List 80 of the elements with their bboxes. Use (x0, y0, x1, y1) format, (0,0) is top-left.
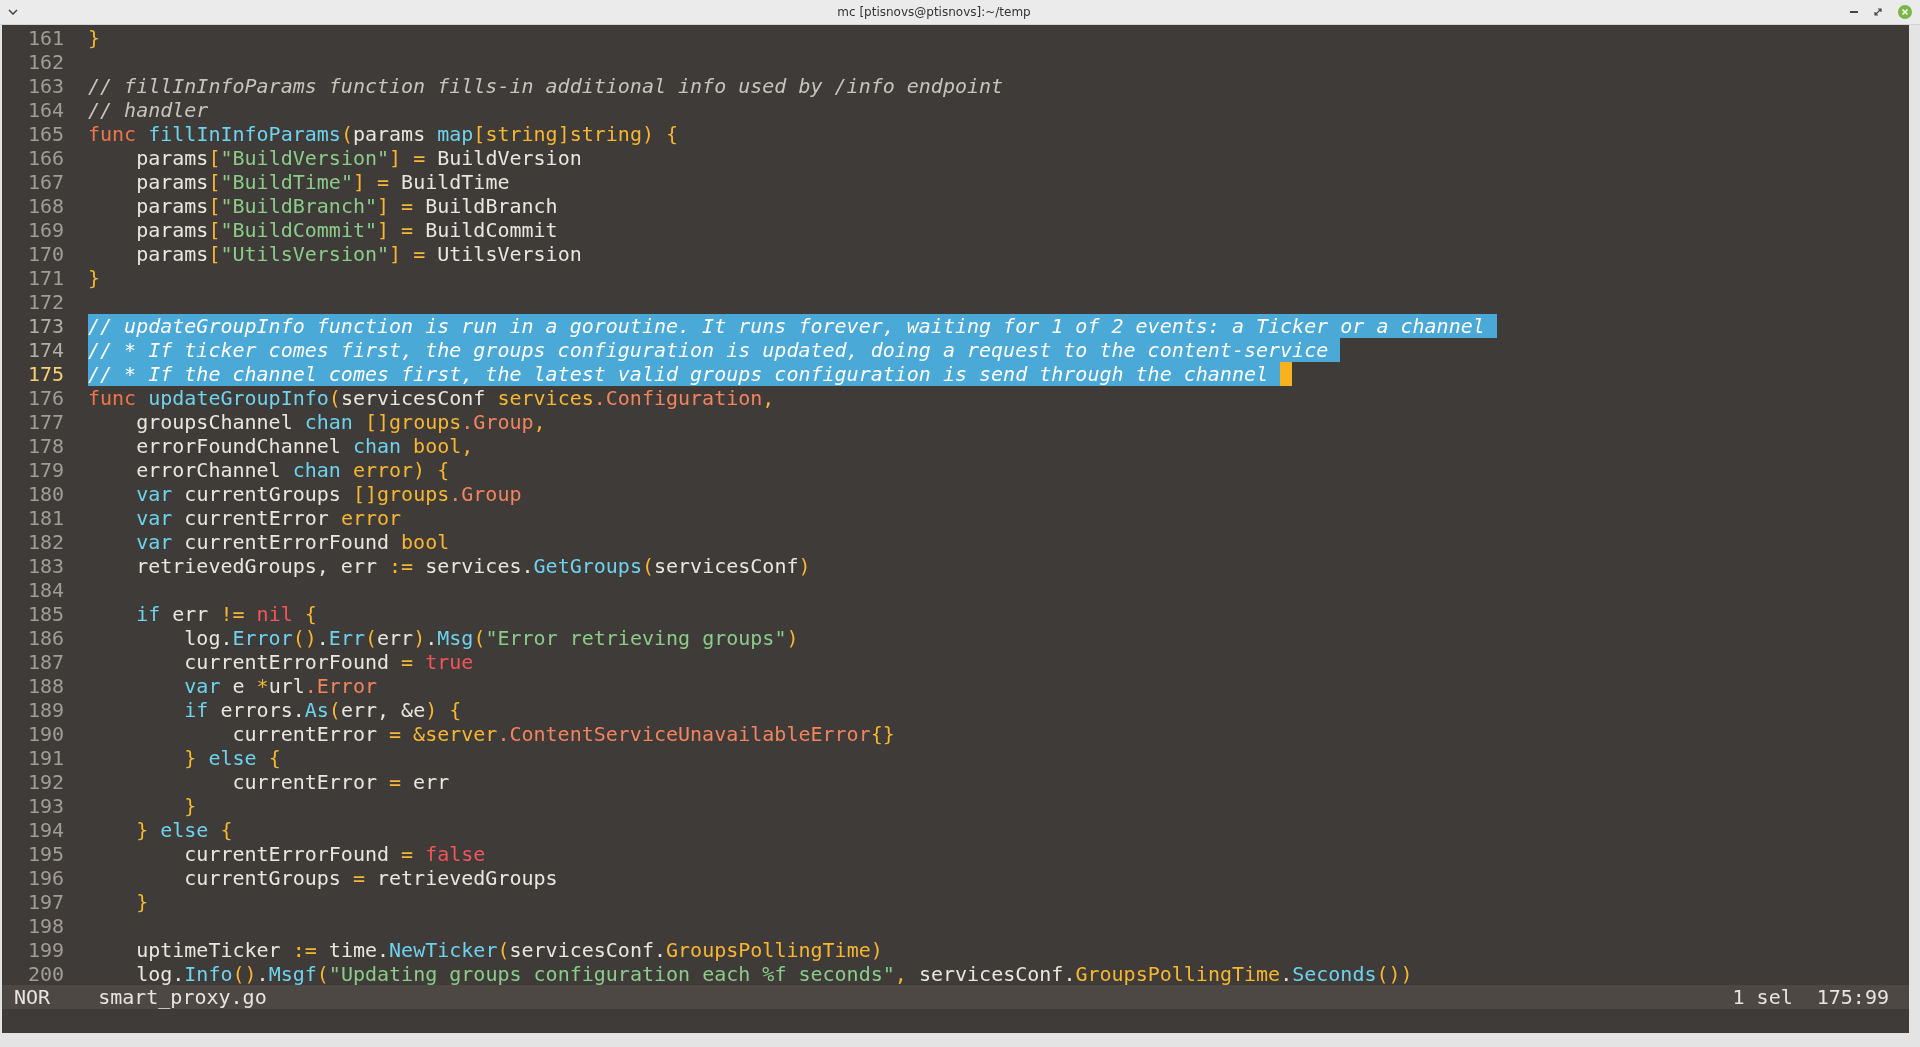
code-line: retrievedGroups, err := services.GetGroups(servicesConf) (135, 554, 811, 578)
code-line: params["BuildTime"] = BuildTime (135, 170, 510, 194)
line-number: 187 (26, 650, 64, 674)
line-number: 194 (26, 818, 64, 842)
code-line: func fillInInfoParams(params map[string]string) { (88, 122, 679, 146)
code-line: } (88, 26, 101, 50)
line-number: 199 (26, 938, 64, 962)
restore-icon[interactable] (1874, 8, 1882, 16)
code-line: currentErrorFound = true (183, 650, 474, 674)
line-number: 165 (26, 122, 64, 146)
code-line: if err != nil { (135, 602, 317, 626)
code-line: log.Error().Err(err).Msg("Error retrieving groups") (183, 626, 799, 650)
line-number: 195 (26, 842, 64, 866)
code-line: currentErrorFound = false (183, 842, 486, 866)
code-line: currentError = &server.ContentServiceUnavailableError{} (231, 722, 895, 746)
line-number: 169 (26, 218, 64, 242)
code-line: var currentError error (135, 506, 402, 530)
line-number: 175 (26, 362, 64, 386)
line-number: 173 (26, 314, 64, 338)
line-number: 167 (26, 170, 64, 194)
mode-indicator: NOR (14, 985, 51, 1009)
line-number: 191 (26, 746, 64, 770)
line-number: 178 (26, 434, 64, 458)
window-title: mc [ptisnovs@ptisnovs]:~/temp (837, 4, 1031, 21)
code-line: } else { (183, 746, 281, 770)
code-line: } (135, 890, 149, 914)
line-number: 174 (26, 338, 64, 362)
line-number: 177 (26, 410, 64, 434)
code-line: var currentErrorFound bool (135, 530, 450, 554)
code-line: var currentGroups []groups.Group (135, 482, 522, 506)
line-number: 193 (26, 794, 64, 818)
line-number: 184 (26, 578, 64, 602)
code-line: log.Info().Msgf("Updating groups configuration each %f seconds", servicesConf.GroupsPollingTime.Seconds()) (135, 962, 1413, 986)
code-line: currentGroups = retrievedGroups (183, 866, 558, 890)
line-number: 186 (26, 626, 64, 650)
code-line: params["UtilsVersion"] = UtilsVersion (135, 242, 582, 266)
line-number: 168 (26, 194, 64, 218)
code-line: if errors.As(err, &e) { (183, 698, 462, 722)
line-number: 164 (26, 98, 64, 122)
line-number: 188 (26, 674, 64, 698)
code-line: } (183, 794, 197, 818)
line-number: 170 (26, 242, 64, 266)
file-name: smart_proxy.go (98, 985, 267, 1009)
line-number: 183 (26, 554, 64, 578)
line-number: 190 (26, 722, 64, 746)
line-number: 192 (26, 770, 64, 794)
line-number: 172 (26, 290, 64, 314)
chevron-down-icon[interactable] (8, 9, 18, 15)
code-line: params["BuildCommit"] = BuildCommit (135, 218, 558, 242)
line-number: 166 (26, 146, 64, 170)
line-number: 176 (26, 386, 64, 410)
line-number: 197 (26, 890, 64, 914)
selection-count: 1 sel (1732, 985, 1793, 1009)
code-line: errorChannel chan error) { (135, 458, 450, 482)
line-number: 171 (26, 266, 64, 290)
line-number: 182 (26, 530, 64, 554)
line-number: 162 (26, 50, 64, 74)
code-line: } else { (135, 818, 233, 842)
cursor-position: 175:99 (1816, 985, 1889, 1009)
line-number: 185 (26, 602, 64, 626)
line-number: 189 (26, 698, 64, 722)
code-line: params["BuildVersion"] = BuildVersion (135, 146, 582, 170)
line-number: 181 (26, 506, 64, 530)
code-line: // handler (88, 98, 209, 122)
code-line: params["BuildBranch"] = BuildBranch (135, 194, 558, 218)
line-number: 179 (26, 458, 64, 482)
line-number: 161 (26, 26, 64, 50)
code-line: func updateGroupInfo(servicesConf services.Configuration, (88, 386, 775, 410)
code-line: currentError = err (231, 770, 450, 794)
code-line: // fillInInfoParams function fills-in additional info used by /info endpoint (88, 74, 1004, 98)
line-number: 200 (26, 962, 64, 986)
code-line: uptimeTicker := time.NewTicker(servicesConf.GroupsPollingTime) (135, 938, 883, 962)
code-line: } (88, 266, 101, 290)
line-number: 198 (26, 914, 64, 938)
code-line: errorFoundChannel chan bool, (135, 434, 474, 458)
line-number: 196 (26, 866, 64, 890)
code-line: var e *url.Error (183, 674, 377, 698)
line-number: 180 (26, 482, 64, 506)
line-number: 163 (26, 74, 64, 98)
code-line: groupsChannel chan []groups.Group, (135, 410, 546, 434)
